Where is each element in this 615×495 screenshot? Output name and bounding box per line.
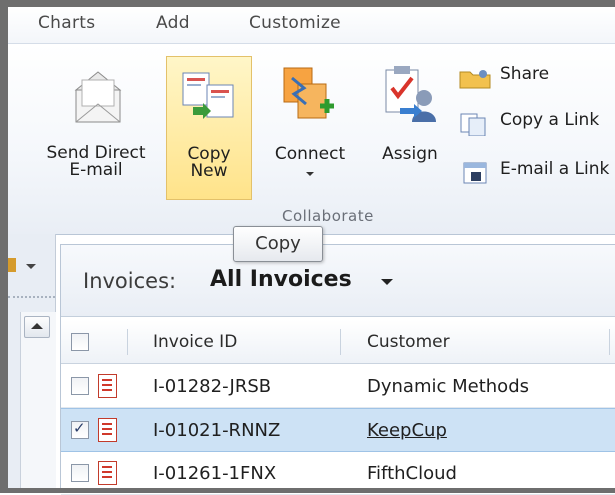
assign-label: Assign — [382, 144, 438, 164]
assign-button[interactable]: Assign — [370, 62, 450, 164]
view-header: Invoices: All Invoices — [61, 245, 615, 317]
tab-charts[interactable]: Charts — [38, 13, 95, 33]
invoice-document-icon — [98, 461, 117, 485]
share-label: Share — [500, 64, 550, 84]
view-selector-caret-icon[interactable] — [381, 279, 393, 285]
column-header-customer[interactable]: Customer — [367, 332, 450, 352]
left-navigation-pane — [8, 234, 56, 488]
column-divider — [340, 329, 341, 355]
cell-invoice-id[interactable]: I-01261-1FNX — [153, 463, 276, 484]
copy-link-icon — [460, 113, 486, 136]
invoice-document-icon — [98, 418, 117, 442]
copy-tooltip: Copy — [233, 226, 323, 262]
main-grid-area: Invoices: All Invoices Invoice ID Custom… — [60, 244, 615, 495]
cell-invoice-id[interactable]: I-01282-JRSB — [153, 376, 271, 397]
nav-icon — [8, 258, 16, 272]
ribbon: Send Direct E-mail Copy New Connect Assi… — [8, 43, 615, 235]
table-row-selected[interactable]: I-01021-RNNZ KeepCup — [61, 408, 615, 452]
row-checkbox[interactable] — [71, 377, 89, 395]
tab-add[interactable]: Add — [156, 13, 190, 33]
scroll-up-arrow-icon[interactable] — [24, 316, 50, 338]
cell-customer-link[interactable]: KeepCup — [367, 420, 447, 441]
view-label: Invoices: — [83, 269, 177, 293]
tab-customize[interactable]: Customize — [249, 13, 341, 33]
select-all-checkbox[interactable] — [71, 333, 89, 351]
table-row[interactable]: I-01282-JRSB Dynamic Methods — [61, 365, 615, 408]
grid-header: Invoice ID Customer — [61, 320, 615, 364]
window-frame-left — [0, 0, 8, 493]
email-envelope-icon — [74, 71, 122, 123]
window-frame-bottom — [0, 488, 615, 493]
row-checkbox[interactable] — [71, 464, 89, 482]
connect-label: Connect — [274, 144, 346, 164]
share-folder-icon — [459, 70, 491, 89]
cell-customer[interactable]: Dynamic Methods — [367, 376, 529, 397]
invoice-document-icon — [98, 374, 117, 398]
send-direct-email-button[interactable]: Send Direct E-mail — [34, 66, 158, 184]
email-link-label: E-mail a Link — [500, 159, 610, 179]
window-frame-top — [0, 0, 615, 7]
column-divider — [609, 329, 610, 355]
assign-clipboard-icon — [385, 66, 436, 122]
copy-document-icon — [182, 72, 234, 119]
copy-new-button[interactable]: Copy New — [166, 56, 252, 200]
nav-scrollbar[interactable] — [20, 312, 56, 488]
view-selector[interactable]: All Invoices — [210, 267, 352, 292]
connect-button[interactable]: Connect — [262, 62, 358, 188]
cell-invoice-id[interactable]: I-01021-RNNZ — [153, 420, 280, 441]
nav-dropdown-caret-icon[interactable] — [26, 264, 36, 269]
row-checkbox-checked[interactable] — [71, 419, 89, 439]
email-link-icon — [463, 162, 487, 184]
collaborate-group-label: Collaborate — [282, 207, 374, 225]
column-header-invoice-id[interactable]: Invoice ID — [153, 332, 237, 352]
copy-new-label-line2: New — [190, 161, 228, 181]
cell-customer[interactable]: FifthCloud — [367, 463, 457, 484]
ribbon-tab-bar: Charts Add Customize — [8, 7, 615, 43]
connect-dropdown-caret-icon[interactable] — [306, 172, 314, 176]
copy-link-label: Copy a Link — [500, 110, 600, 130]
connect-icon — [283, 67, 334, 119]
nav-divider — [8, 296, 55, 298]
send-direct-email-label-line2: E-mail — [69, 160, 123, 180]
column-divider — [127, 329, 128, 355]
